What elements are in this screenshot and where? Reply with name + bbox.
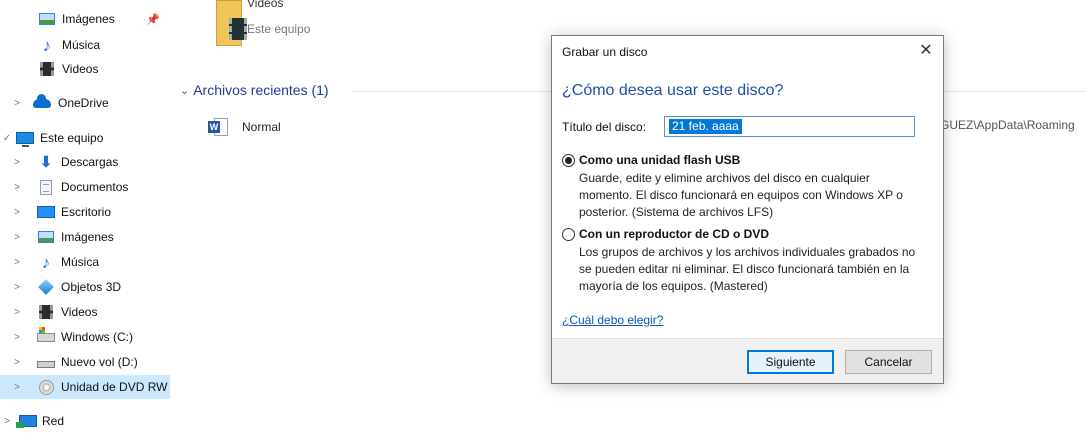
sidebar-item-descargas[interactable]: > ⬇ Descargas: [0, 150, 170, 174]
pictures-icon: [38, 11, 56, 27]
expand-chevron-icon[interactable]: >: [12, 98, 22, 109]
3d-objects-icon: [37, 279, 55, 295]
sidebar-item-label: Imágenes: [62, 12, 115, 26]
sidebar-item-label: Windows (C:): [61, 330, 134, 344]
expand-chevron-icon[interactable]: >: [12, 382, 22, 393]
disc-title-label: Título del disco:: [562, 120, 647, 134]
sidebar-item-nuevo-vol-d[interactable]: > Nuevo vol (D:): [0, 350, 170, 374]
option-description: Los grupos de archivos y los archivos in…: [579, 245, 916, 293]
option-description: Guarde, edite y elimine archivos del dis…: [579, 171, 903, 219]
option-cd-dvd-player[interactable]: Con un reproductor de CD o DVD: [562, 227, 769, 241]
videos-icon: [37, 304, 55, 320]
videos-folder-icon[interactable]: [216, 0, 247, 46]
sidebar-item-label: Videos: [62, 62, 99, 76]
dialog-footer: Siguiente Cancelar: [552, 338, 943, 383]
option-title: Como una unidad flash USB: [579, 153, 741, 167]
disc-title-selected-text: 21 feb. aaaa: [669, 119, 742, 134]
recent-file-path: GUEZ\AppData\Roaming: [940, 118, 1075, 132]
burn-disc-dialog: Grabar un disco ✕ ¿Cómo desea usar este …: [551, 35, 944, 384]
sidebar-item-label: Descargas: [61, 155, 119, 169]
sidebar-item-unidad-dvd-rw[interactable]: > Unidad de DVD RW: [0, 375, 170, 399]
dvd-drive-icon: [37, 379, 55, 395]
music-icon: ♪: [42, 35, 52, 55]
windows-drive-icon: [37, 326, 55, 345]
expand-chevron-icon[interactable]: >: [12, 307, 22, 318]
network-icon: [16, 413, 37, 429]
folder-location: Este equipo: [247, 22, 311, 36]
sidebar-item-este-equipo[interactable]: ✓ Este equipo: [0, 126, 170, 150]
sidebar-item-musica-quick[interactable]: ♪ Música: [0, 33, 170, 57]
desktop-icon: [37, 204, 55, 220]
onedrive-icon: [33, 93, 51, 111]
sidebar-item-red[interactable]: > Red: [0, 409, 170, 433]
expand-chevron-icon[interactable]: >: [12, 357, 22, 368]
recent-files-group-header[interactable]: ⌄ Archivos recientes (1): [180, 82, 329, 98]
pin-icon[interactable]: 📌: [146, 13, 160, 26]
pictures-icon: [37, 229, 55, 245]
sidebar-item-label: Videos: [61, 305, 98, 319]
sidebar-item-label: Objetos 3D: [61, 280, 122, 294]
sidebar-item-label: Este equipo: [40, 131, 104, 145]
sidebar-item-videos[interactable]: > Videos: [0, 300, 170, 324]
expand-chevron-icon[interactable]: >: [12, 207, 22, 218]
sidebar-item-label: Imágenes: [61, 230, 114, 244]
sidebar-item-label: Música: [61, 255, 100, 269]
sidebar-item-label: Escritorio: [61, 205, 112, 219]
sidebar-item-onedrive[interactable]: > OneDrive: [0, 91, 170, 115]
sidebar-item-videos-quick[interactable]: Videos: [0, 57, 170, 81]
sidebar-item-label: Unidad de DVD RW: [61, 380, 168, 394]
sidebar-item-escritorio[interactable]: > Escritorio: [0, 200, 170, 224]
sidebar-item-musica[interactable]: > ♪ Música: [0, 250, 170, 274]
expand-chevron-icon[interactable]: >: [2, 416, 12, 427]
sidebar-item-imagenes-quick[interactable]: Imágenes 📌: [0, 7, 170, 31]
sidebar-item-documentos[interactable]: > Documentos: [0, 175, 170, 199]
sidebar-item-label: Nuevo vol (D:): [61, 355, 138, 369]
expand-chevron-icon[interactable]: >: [12, 157, 22, 168]
documents-icon: [37, 179, 55, 195]
expand-chevron-icon[interactable]: >: [12, 257, 22, 268]
word-document-icon: W: [208, 118, 228, 136]
close-icon[interactable]: ✕: [909, 36, 943, 66]
expand-chevron-icon[interactable]: >: [12, 182, 22, 193]
sidebar-item-objetos-3d[interactable]: > Objetos 3D: [0, 275, 170, 299]
next-button[interactable]: Siguiente: [747, 350, 834, 374]
collapse-chevron-icon[interactable]: ✓: [2, 133, 12, 144]
this-pc-icon: [16, 130, 34, 147]
sidebar-item-imagenes[interactable]: > Imágenes: [0, 225, 170, 249]
sidebar-item-label: Documentos: [61, 180, 129, 194]
dialog-question: ¿Cómo desea usar este disco?: [562, 82, 784, 99]
expand-chevron-icon[interactable]: >: [12, 332, 22, 343]
radio-usb-flash[interactable]: [562, 153, 575, 167]
radio-cd-dvd-player[interactable]: [562, 227, 575, 241]
videos-icon: [38, 61, 56, 77]
which-should-i-choose-link[interactable]: ¿Cuál debo elegir?: [562, 313, 663, 327]
downloads-icon: ⬇: [39, 153, 53, 171]
music-icon: ♪: [41, 252, 51, 272]
sidebar-item-label: Red: [42, 414, 65, 428]
chevron-down-icon[interactable]: ⌄: [180, 84, 189, 97]
dialog-title: Grabar un disco: [562, 45, 648, 59]
sidebar-item-label: OneDrive: [58, 96, 109, 110]
folder-name: Videos: [247, 0, 284, 10]
option-usb-flash[interactable]: Como una unidad flash USB: [562, 153, 740, 167]
cancel-button[interactable]: Cancelar: [845, 350, 932, 374]
option-title: Con un reproductor de CD o DVD: [579, 227, 769, 241]
recent-file-name: Normal: [242, 120, 281, 134]
expand-chevron-icon[interactable]: >: [12, 282, 22, 293]
navigation-pane: Imágenes 📌 ♪ Música Videos > OneDrive ✓ …: [0, 0, 172, 443]
drive-icon: [37, 354, 55, 370]
recent-file-item[interactable]: W Normal: [208, 118, 281, 136]
sidebar-item-windows-c[interactable]: > Windows (C:): [0, 325, 170, 349]
sidebar-item-label: Música: [62, 38, 101, 52]
expand-chevron-icon[interactable]: >: [12, 232, 22, 243]
group-title: Archivos recientes (1): [193, 82, 329, 98]
